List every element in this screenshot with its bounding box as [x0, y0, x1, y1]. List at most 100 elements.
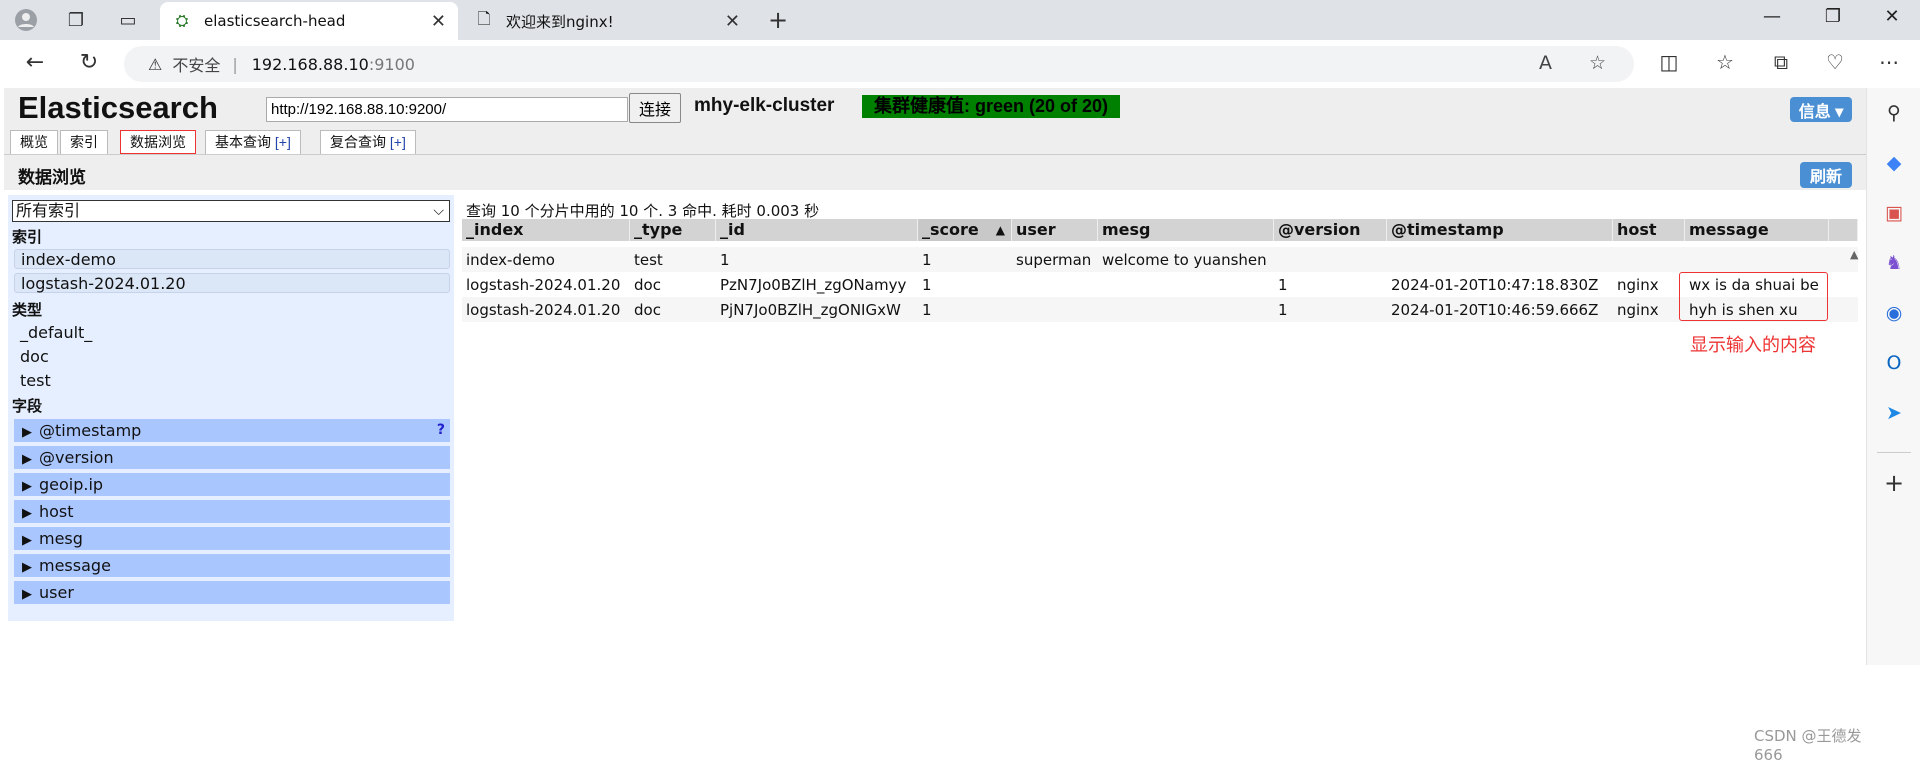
- close-tab-icon[interactable]: ✕: [725, 11, 740, 32]
- close-window-icon[interactable]: ✕: [1877, 6, 1907, 27]
- tab-indices[interactable]: 索引: [60, 130, 108, 154]
- help-icon[interactable]: ?: [437, 419, 445, 442]
- filter-type-item[interactable]: _default_: [14, 323, 450, 343]
- table-cell: nginx: [1617, 301, 1659, 319]
- table-cell: [1098, 274, 1102, 296]
- restore-icon[interactable]: ❐: [1818, 6, 1848, 27]
- table-cell: 1: [922, 276, 932, 294]
- filter-type-item[interactable]: doc: [14, 347, 450, 367]
- chevron-down-icon: ⌵: [433, 203, 444, 219]
- favorites-icon[interactable]: ☆: [1710, 50, 1740, 74]
- column-header-mesg[interactable]: mesg: [1098, 219, 1274, 241]
- column-header-timestamp[interactable]: @timestamp: [1387, 219, 1613, 241]
- copilot-icon[interactable]: ◉: [1881, 300, 1907, 326]
- tab-overview[interactable]: 概览: [10, 130, 58, 154]
- column-header-score[interactable]: _score ▲: [918, 219, 1012, 241]
- index-select-value: 所有索引: [16, 201, 81, 220]
- table-cell: 1: [1278, 276, 1288, 294]
- toolbox-icon[interactable]: ▣: [1881, 200, 1907, 226]
- table-cell: [1012, 274, 1016, 296]
- minimize-icon[interactable]: —: [1757, 6, 1787, 27]
- table-cell: superman: [1016, 251, 1092, 269]
- filter-field-item[interactable]: ▶ user: [14, 581, 450, 604]
- app-title: Elasticsearch: [18, 90, 218, 125]
- browser-essentials-icon[interactable]: ♡: [1820, 50, 1850, 74]
- table-cell: doc: [634, 301, 661, 319]
- column-header-user[interactable]: user: [1012, 219, 1098, 241]
- read-aloud-icon[interactable]: A: [1539, 52, 1552, 74]
- table-cell: nginx: [1617, 276, 1659, 294]
- page-icon: 🗋: [477, 8, 491, 28]
- search-icon[interactable]: ⚲: [1881, 100, 1907, 126]
- table-cell: [1274, 249, 1278, 271]
- collections-toolbar-icon[interactable]: ⧉: [1766, 50, 1796, 74]
- filter-index-item[interactable]: index-demo: [14, 249, 450, 269]
- column-header-index[interactable]: _index: [462, 219, 630, 241]
- vertical-tabs-icon[interactable]: ▭: [116, 8, 140, 32]
- column-header-type[interactable]: _type: [630, 219, 716, 241]
- column-header-host[interactable]: host: [1613, 219, 1685, 241]
- table-cell: [1012, 299, 1016, 321]
- filter-field-item[interactable]: ▶ @timestamp?: [14, 419, 450, 442]
- warning-icon[interactable]: ⚠: [148, 55, 162, 74]
- table-cell: welcome to yuanshen: [1102, 251, 1267, 269]
- games-icon[interactable]: ♞: [1881, 250, 1907, 276]
- table-cell: [1387, 249, 1391, 271]
- connect-button[interactable]: 连接: [629, 93, 681, 123]
- tab-plus: [+]: [274, 134, 291, 150]
- scroll-up-icon[interactable]: ▲: [1850, 248, 1858, 261]
- filter-field-item[interactable]: ▶ mesg: [14, 527, 450, 550]
- table-cell: logstash-2024.01.20: [466, 301, 621, 319]
- shopping-tag-icon[interactable]: ◆: [1881, 150, 1907, 176]
- send-icon[interactable]: ➤: [1881, 400, 1907, 426]
- reload-icon[interactable]: ↻: [74, 50, 104, 75]
- cluster-name: mhy-elk-cluster: [694, 95, 835, 116]
- tab-data-browser[interactable]: 数据浏览: [120, 130, 196, 154]
- split-screen-icon[interactable]: ◫: [1654, 50, 1684, 74]
- tab-plus: [+]: [389, 134, 406, 150]
- index-select[interactable]: 所有索引 ⌵: [12, 200, 450, 222]
- column-label: _score: [922, 220, 979, 239]
- close-tab-icon[interactable]: ✕: [431, 11, 446, 32]
- tab-elasticsearch-head[interactable]: ⛭ elasticsearch-head ✕: [160, 2, 458, 40]
- address-host: 192.168.88.10: [251, 54, 369, 74]
- tab-basic-query[interactable]: 基本查询 [+]: [205, 130, 301, 154]
- column-header-id[interactable]: _id: [716, 219, 918, 241]
- more-menu-icon[interactable]: ⋯: [1874, 50, 1904, 74]
- table-cell: 2024-01-20T10:47:18.830Z: [1391, 276, 1599, 294]
- table-cell: logstash-2024.01.20: [466, 276, 621, 294]
- filter-type-item[interactable]: test: [14, 371, 450, 391]
- cluster-url-input[interactable]: [266, 97, 628, 122]
- tab-label: 复合查询: [330, 134, 390, 150]
- table-cell: 2024-01-20T10:46:59.666Z: [1391, 301, 1599, 319]
- outlook-icon[interactable]: O: [1881, 350, 1907, 376]
- tab-label: 概览: [20, 134, 48, 150]
- filter-field-item[interactable]: ▶ message: [14, 554, 450, 577]
- refresh-button[interactable]: 刷新: [1800, 162, 1852, 188]
- tab-compound-query[interactable]: 复合查询 [+]: [320, 130, 416, 154]
- profile-icon[interactable]: [14, 8, 38, 32]
- column-header-message[interactable]: message: [1685, 219, 1829, 241]
- watermark: CSDN @王德发666: [1754, 727, 1862, 764]
- back-icon[interactable]: ←: [20, 50, 50, 75]
- expand-triangle-icon: ▶: [22, 452, 32, 467]
- collections-icon[interactable]: ❐: [64, 8, 88, 32]
- expand-triangle-icon: ▶: [22, 506, 32, 521]
- sort-ascending-icon: ▲: [995, 223, 1005, 237]
- add-icon[interactable]: +: [1881, 470, 1907, 496]
- new-tab-icon[interactable]: +: [766, 6, 790, 34]
- table-cell: [1098, 299, 1102, 321]
- results-scrollbar[interactable]: ▲: [1850, 248, 1864, 261]
- filter-index-item[interactable]: logstash-2024.01.20: [14, 273, 450, 293]
- column-header-version[interactable]: @version: [1274, 219, 1387, 241]
- address-toolbar: ← ↻ ⚠ 不安全 | 192.168.88.10:9100 A ☆ ◫ ☆ ⧉…: [0, 40, 1920, 88]
- info-dropdown-button[interactable]: 信息 ▾: [1790, 97, 1852, 122]
- filter-field-item[interactable]: ▶ @version: [14, 446, 450, 469]
- filter-field-item[interactable]: ▶ geoip.ip: [14, 473, 450, 496]
- favorite-star-icon[interactable]: ☆: [1589, 52, 1606, 74]
- table-cell: 1: [1278, 301, 1288, 319]
- filter-field-item[interactable]: ▶ host: [14, 500, 450, 523]
- address-bar[interactable]: ⚠ 不安全 | 192.168.88.10:9100 A ☆: [124, 46, 1634, 82]
- table-cell: PjN7Jo0BZlH_zgONIGxW: [720, 301, 901, 319]
- tab-nginx[interactable]: 🗋 欢迎来到nginx! ✕: [462, 2, 752, 40]
